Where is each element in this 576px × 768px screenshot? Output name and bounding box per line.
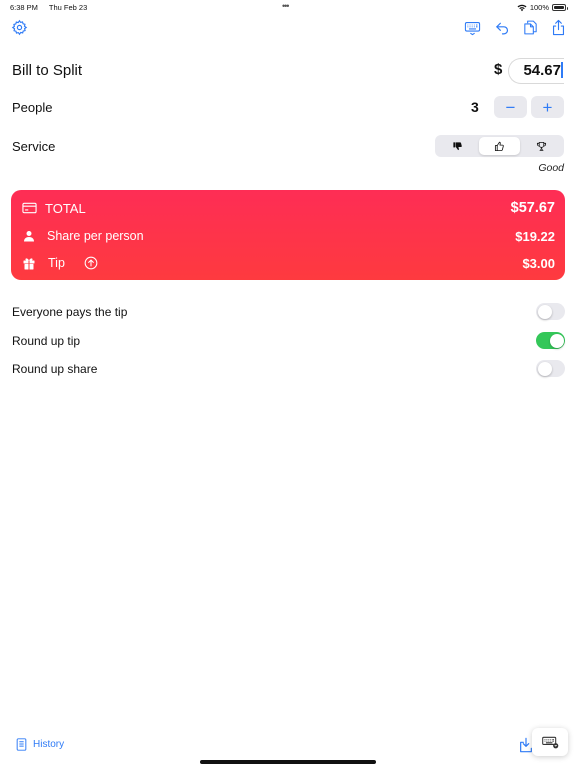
history-label: History [33,739,65,750]
service-rating-text: Good [538,162,564,174]
currency-symbol: $ [494,61,503,78]
gear-icon [11,19,27,35]
share-value: $19.22 [515,228,555,244]
round-up-tip-toggle[interactable] [536,332,565,349]
share-label: Share per person [47,229,144,243]
everyone-pays-tip-label: Everyone pays the tip [12,305,128,319]
battery-icon [552,4,568,11]
share-button[interactable] [548,17,568,37]
battery-percent: 100% [529,3,549,12]
people-count: 3 [471,99,479,115]
wifi-icon [517,4,527,11]
status-time: 6:38 PM [10,3,38,12]
thumbs-down-icon [453,141,463,150]
trophy-icon [536,141,546,151]
service-option-poor[interactable] [437,137,479,155]
service-option-excellent[interactable] [520,137,562,155]
status-date: Thu Feb 23 [48,3,88,12]
service-segmented-control[interactable] [435,135,564,157]
total-label: TOTAL [45,200,86,216]
keyboard-button[interactable] [462,17,482,37]
undo-button[interactable] [492,17,512,37]
text-cursor [561,62,563,78]
settings-button[interactable] [9,17,29,37]
people-label: People [12,100,53,115]
multitasking-dots[interactable]: ••• [282,1,290,11]
share-icon [552,19,564,35]
tip-details-icon[interactable] [84,256,98,270]
person-icon [21,228,37,244]
service-label: Service [12,139,56,154]
book-icon [16,738,27,751]
summary-card: TOTAL $57.67 Share per person $19.22 Tip… [11,190,565,280]
round-up-tip-label: Round up tip [12,334,81,348]
bill-label: Bill to Split [12,62,83,79]
service-option-good[interactable] [478,137,521,155]
tip-value: $3.00 [522,255,555,271]
undo-icon [495,22,508,34]
home-indicator[interactable] [200,760,376,764]
total-value: $57.67 [510,200,555,216]
copy-icon [523,20,537,34]
credit-card-icon [21,200,37,216]
history-button[interactable]: History [16,738,64,751]
tip-row: Tip $3.00 [11,253,565,273]
keyboard-hide-icon [541,736,558,748]
total-row: TOTAL $57.67 [11,198,565,218]
tip-label: Tip [48,256,65,270]
hide-keyboard-button[interactable] [532,728,568,756]
everyone-pays-tip-toggle[interactable] [536,303,565,320]
bill-amount-input[interactable]: 54.67 [508,58,564,84]
copy-button[interactable] [520,17,540,37]
increment-people-button[interactable]: + [531,96,564,118]
status-bar: 6:38 PM Thu Feb 23 ••• 100% [0,0,576,14]
import-icon[interactable] [519,737,533,753]
thumbs-up-icon [494,141,504,151]
round-up-share-label: Round up share [12,362,98,376]
decrement-people-button[interactable]: − [494,96,527,118]
gift-icon [21,255,37,271]
round-up-share-toggle[interactable] [536,360,565,377]
keyboard-icon [464,21,480,35]
share-row: Share per person $19.22 [11,226,565,246]
